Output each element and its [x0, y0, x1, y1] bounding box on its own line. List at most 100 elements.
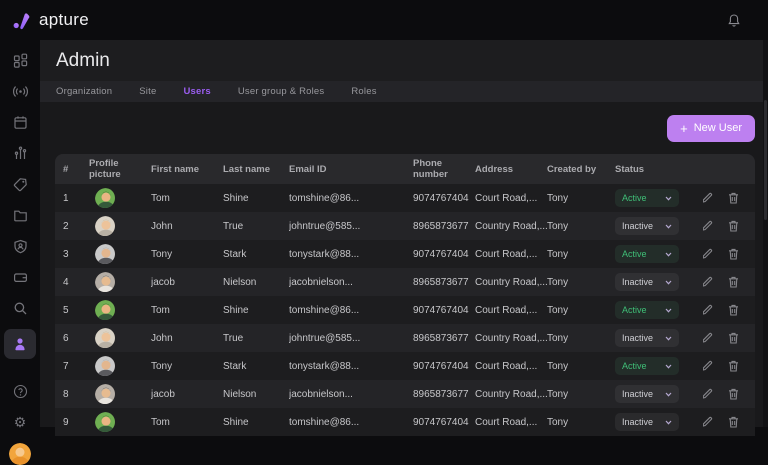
chevron-down-icon [665, 224, 672, 229]
settings-gear-icon[interactable]: ⚙ [6, 412, 34, 432]
users-table: #Profile pictureFirst nameLast nameEmail… [55, 154, 755, 436]
tab-organization[interactable]: Organization [56, 86, 112, 97]
phone-cell: 8965873677 [413, 389, 475, 400]
status-cell: Inactive [615, 217, 703, 235]
user-profile-avatar[interactable] [9, 443, 31, 465]
notifications-bell-icon[interactable] [725, 11, 743, 29]
column-header: Email ID [289, 164, 413, 175]
profile-picture-cell [89, 300, 151, 320]
status-dropdown[interactable]: Inactive [615, 273, 679, 291]
search-icon[interactable] [6, 298, 34, 318]
profile-picture-cell [89, 216, 151, 236]
delete-trash-icon[interactable] [728, 191, 739, 205]
status-dropdown[interactable]: Active [615, 301, 679, 319]
help-icon[interactable] [6, 381, 34, 401]
row-avatar [95, 244, 115, 264]
tab-site[interactable]: Site [139, 86, 156, 97]
row-avatar [95, 328, 115, 348]
sidebar-item-users[interactable] [4, 329, 36, 359]
address-cell: Country Road,... [475, 277, 547, 288]
status-dropdown[interactable]: Inactive [615, 329, 679, 347]
row-avatar [95, 412, 115, 432]
delete-trash-icon[interactable] [728, 387, 739, 401]
wallet-icon[interactable] [6, 267, 34, 287]
edit-pencil-icon[interactable] [703, 359, 713, 373]
tab-roles[interactable]: Roles [351, 86, 376, 97]
row-actions [703, 331, 745, 345]
edit-pencil-icon[interactable] [703, 219, 713, 233]
row-actions [703, 387, 745, 401]
row-actions [703, 359, 745, 373]
status-cell: Inactive [615, 413, 703, 431]
status-label: Inactive [622, 417, 653, 427]
chevron-down-icon [665, 308, 672, 313]
delete-trash-icon[interactable] [728, 331, 739, 345]
delete-trash-icon[interactable] [728, 219, 739, 233]
column-header: Address [475, 164, 547, 175]
status-dropdown[interactable]: Active [615, 245, 679, 263]
status-cell: Inactive [615, 273, 703, 291]
row-avatar [95, 272, 115, 292]
shield-icon[interactable] [6, 236, 34, 256]
dashboard-grid-icon[interactable] [6, 50, 34, 70]
status-dropdown[interactable]: Inactive [615, 385, 679, 403]
table-row: 3 Tony Stark tonystark@88... 9074767404 … [55, 240, 755, 268]
users-icon [12, 336, 28, 352]
toolbar: + New User [40, 102, 768, 154]
address-cell: Court Road,... [475, 417, 547, 428]
delete-trash-icon[interactable] [728, 247, 739, 261]
created-by-cell: Tony [547, 361, 615, 372]
table-row: 6 John True johntrue@585... 8965873677 C… [55, 324, 755, 352]
address-cell: Court Road,... [475, 305, 547, 316]
table-header: #Profile pictureFirst nameLast nameEmail… [55, 154, 755, 184]
chevron-down-icon [665, 392, 672, 397]
delete-trash-icon[interactable] [728, 359, 739, 373]
folder-icon[interactable] [6, 205, 34, 225]
table-row: 1 Tom Shine tomshine@86... 9074767404 Co… [55, 184, 755, 212]
page-title: Admin [56, 50, 110, 72]
column-header: First name [151, 164, 223, 175]
scrollbar[interactable] [763, 40, 768, 427]
delete-trash-icon[interactable] [728, 275, 739, 289]
brand-logo: apture [12, 10, 89, 30]
table-row: 9 Tom Shine tomshine@86... 9074767404 Co… [55, 408, 755, 436]
delete-trash-icon[interactable] [728, 303, 739, 317]
profile-picture-cell [89, 356, 151, 376]
status-dropdown[interactable]: Inactive [615, 217, 679, 235]
row-number: 5 [63, 305, 89, 316]
apture-logo-icon [12, 10, 32, 30]
email-cell: jacobnielson... [289, 389, 413, 400]
phone-cell: 9074767404 [413, 249, 475, 260]
row-avatar [95, 356, 115, 376]
edit-pencil-icon[interactable] [703, 275, 713, 289]
edit-pencil-icon[interactable] [703, 247, 713, 261]
status-dropdown[interactable]: Active [615, 189, 679, 207]
brand-name: apture [39, 10, 89, 30]
edit-pencil-icon[interactable] [703, 303, 713, 317]
table-row: 4 jacob Nielson jacobnielson... 89658736… [55, 268, 755, 296]
edit-pencil-icon[interactable] [703, 387, 713, 401]
status-dropdown[interactable]: Inactive [615, 413, 679, 431]
status-label: Active [622, 249, 647, 259]
column-header: Last name [223, 164, 289, 175]
tab-users[interactable]: Users [183, 86, 210, 97]
row-avatar [95, 300, 115, 320]
tab-user-group-roles[interactable]: User group & Roles [238, 86, 325, 97]
created-by-cell: Tony [547, 193, 615, 204]
edit-pencil-icon[interactable] [703, 331, 713, 345]
bar-chart-icon[interactable] [6, 143, 34, 163]
row-number: 6 [63, 333, 89, 344]
created-by-cell: Tony [547, 389, 615, 400]
edit-pencil-icon[interactable] [703, 191, 713, 205]
phone-cell: 9074767404 [413, 193, 475, 204]
last-name-cell: Shine [223, 305, 289, 316]
tag-icon[interactable] [6, 174, 34, 194]
row-actions [703, 191, 745, 205]
new-user-label: New User [694, 122, 742, 134]
top-bar: apture [0, 0, 768, 40]
scrollbar-thumb[interactable] [764, 100, 767, 220]
calendar-icon[interactable] [6, 112, 34, 132]
new-user-button[interactable]: + New User [667, 115, 755, 142]
broadcast-icon[interactable] [6, 81, 34, 101]
status-dropdown[interactable]: Active [615, 357, 679, 375]
